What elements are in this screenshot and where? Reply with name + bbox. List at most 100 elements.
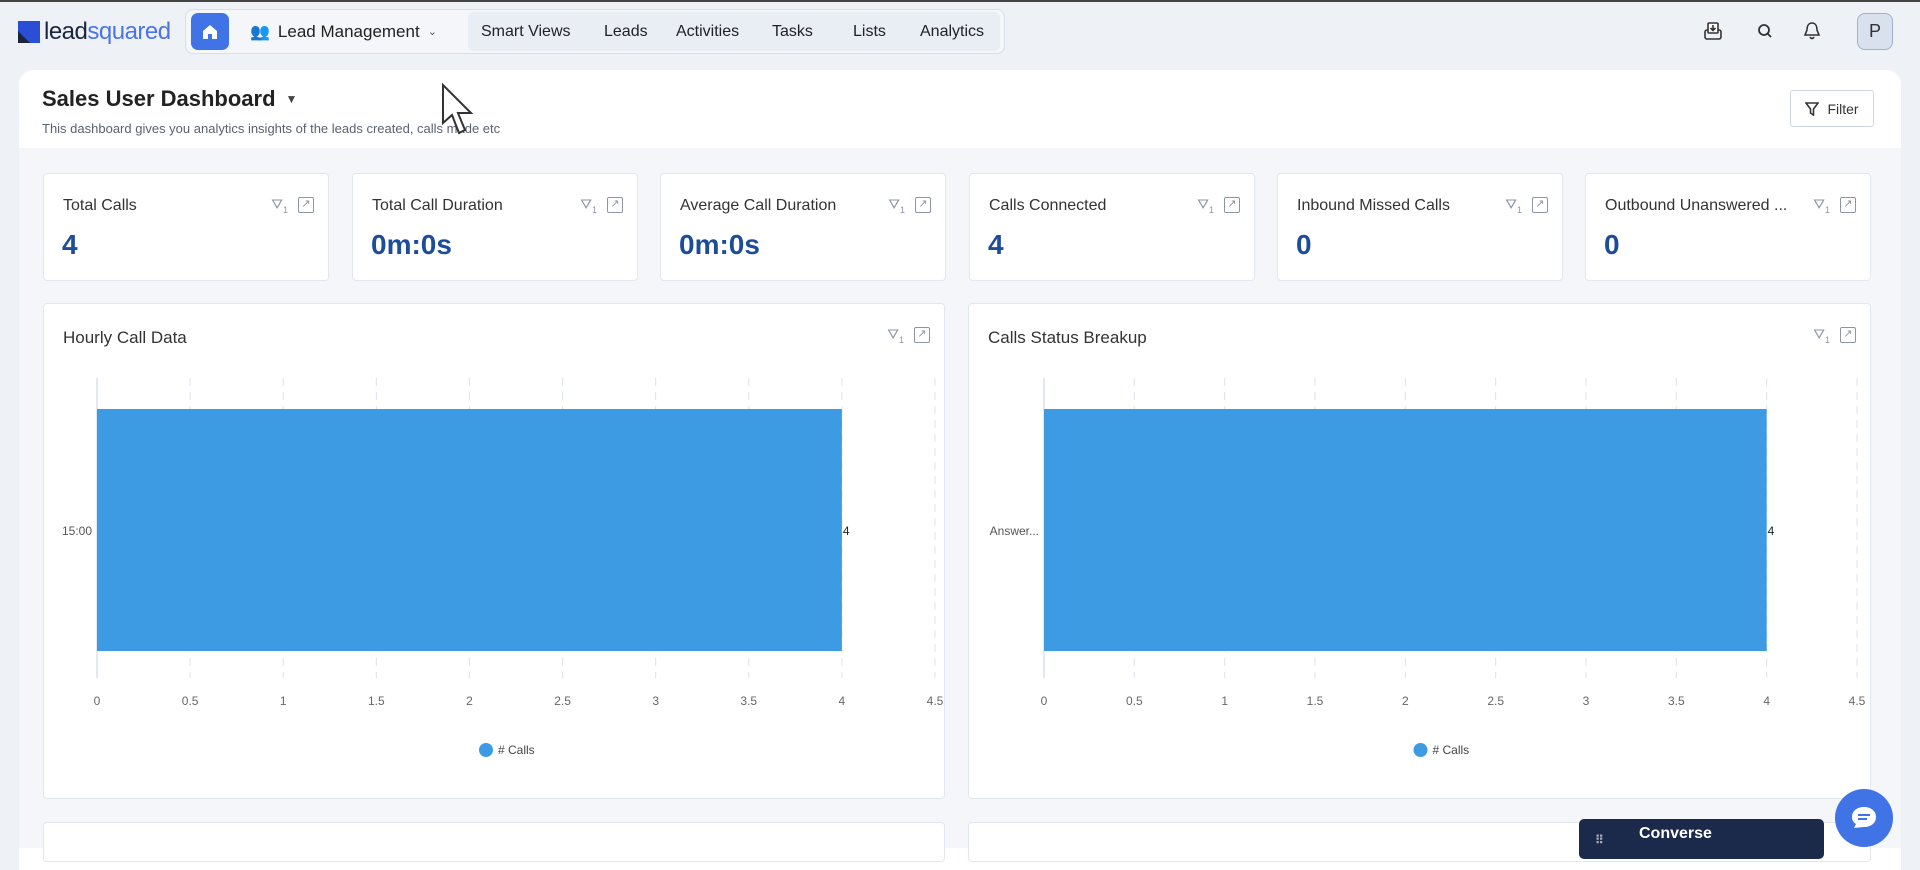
stat-card[interactable]: Inbound Missed Calls 0 ⛛1 ↗ xyxy=(1277,173,1563,281)
stat-value: 4 xyxy=(988,229,1004,260)
expand-icon[interactable]: ↗ xyxy=(1840,197,1856,214)
filter-applied-icon[interactable]: ⛛1 xyxy=(1197,196,1214,215)
nav-links: Smart Views Leads Activities Tasks Lists… xyxy=(468,12,1000,51)
x-tick-label: 3.5 xyxy=(1668,694,1685,708)
legend-label: # Calls xyxy=(498,743,535,757)
download-icon[interactable] xyxy=(1700,18,1726,44)
x-tick-label: 2 xyxy=(466,694,473,708)
mouse-cursor xyxy=(442,83,474,135)
home-icon xyxy=(203,24,217,39)
card-actions: ⛛1 ↗ xyxy=(580,196,623,215)
card-actions: ⛛1 ↗ xyxy=(271,196,314,215)
filter-applied-icon[interactable]: ⛛1 xyxy=(888,196,905,215)
converse-panel[interactable]: ⠿ Converse xyxy=(1579,819,1824,859)
x-tick-label: 1 xyxy=(1221,694,1228,708)
stat-card[interactable]: Calls Connected 4 ⛛1 ↗ xyxy=(969,173,1255,281)
nav-tasks[interactable]: Tasks xyxy=(772,23,813,41)
stat-value: 0m:0s xyxy=(679,229,760,260)
search-icon[interactable] xyxy=(1752,18,1778,44)
user-avatar[interactable]: P xyxy=(1857,13,1893,50)
nav-leads[interactable]: Leads xyxy=(604,23,648,41)
window-top-border xyxy=(0,0,1920,2)
x-tick-label: 0.5 xyxy=(182,694,199,708)
bar xyxy=(97,409,842,651)
x-tick-label: 1.5 xyxy=(368,694,385,708)
expand-icon[interactable]: ↗ xyxy=(1840,327,1856,344)
logo-text: lead xyxy=(44,18,88,45)
bar-chart: 0 0.5 1 1.5 2 2.5 3 3.5 4 4.5 4 Answer... # Calls xyxy=(990,378,1866,757)
stat-card[interactable]: Outbound Unanswered ... 0 ⛛1 ↗ xyxy=(1585,173,1871,281)
data-label: 4 xyxy=(1768,524,1775,538)
legend-marker xyxy=(1413,743,1428,757)
x-tick-label: 3.5 xyxy=(740,694,757,708)
stat-value: 4 xyxy=(62,229,78,260)
filter-applied-icon[interactable]: ⛛1 xyxy=(1813,326,1830,345)
stat-card[interactable]: Average Call Duration 0m:0s ⛛1 ↗ xyxy=(660,173,946,281)
filter-applied-icon[interactable]: ⛛1 xyxy=(1505,196,1522,215)
users-icon: 👥 xyxy=(250,23,270,41)
card-actions: ⛛1 ↗ xyxy=(1197,196,1240,215)
expand-icon[interactable]: ↗ xyxy=(298,197,314,214)
expand-icon[interactable]: ↗ xyxy=(607,197,623,214)
x-tick-label: 0 xyxy=(1041,694,1048,708)
logo-mark-icon xyxy=(18,21,40,43)
x-tick-label: 1 xyxy=(280,694,287,708)
stat-value: 0m:0s xyxy=(371,229,452,260)
bar-chart: 0 0.5 1 1.5 2 2.5 3 3.5 4 4.5 4 15:00 # Calls xyxy=(62,378,944,757)
expand-icon[interactable]: ↗ xyxy=(914,327,930,344)
stat-label: Total Call Duration xyxy=(372,197,503,214)
filter-button[interactable]: Filter xyxy=(1790,90,1874,127)
x-tick-label: 0.5 xyxy=(1126,694,1143,708)
logo-text-accent: squared xyxy=(87,18,171,45)
page-subtitle: This dashboard gives you analytics insig… xyxy=(42,121,501,136)
x-tick-label: 4 xyxy=(1763,694,1770,708)
category-label: 15:00 xyxy=(62,524,92,538)
stat-value: 0 xyxy=(1296,229,1312,260)
legend-label: # Calls xyxy=(1433,743,1470,757)
card-actions: ⛛1 ↗ xyxy=(887,326,930,345)
stat-card[interactable]: Total Calls 4 ⛛1 ↗ xyxy=(43,173,329,281)
card-actions: ⛛1 ↗ xyxy=(1505,196,1548,215)
expand-icon[interactable]: ↗ xyxy=(915,197,931,214)
filter-applied-icon[interactable]: ⛛1 xyxy=(271,196,288,215)
expand-icon[interactable]: ↗ xyxy=(1224,197,1240,214)
stat-value: 0 xyxy=(1604,229,1620,260)
home-button[interactable] xyxy=(191,13,229,50)
stat-label: Calls Connected xyxy=(989,197,1107,214)
card-actions: ⛛1 ↗ xyxy=(888,196,931,215)
expand-icon[interactable]: ↗ xyxy=(1532,197,1548,214)
leadsquared-logo[interactable]: lead squared xyxy=(18,18,171,46)
filter-label: Filter xyxy=(1827,100,1859,117)
nav-smart-views[interactable]: Smart Views xyxy=(481,23,571,41)
chart-card: 0 0.5 1 1.5 2 2.5 3 3.5 4 4.5 4 15:00 # Calls Hourly … xyxy=(43,303,945,799)
data-label: 4 xyxy=(843,524,850,538)
nav-lists[interactable]: Lists xyxy=(853,23,886,41)
chat-icon xyxy=(1852,807,1876,828)
bell-icon[interactable] xyxy=(1799,18,1825,44)
filter-applied-icon[interactable]: ⛛1 xyxy=(1813,196,1830,215)
page-title: Sales User Dashboard xyxy=(42,86,276,111)
stat-card[interactable]: Total Call Duration 0m:0s ⛛1 ↗ xyxy=(352,173,638,281)
x-tick-label: 3 xyxy=(1583,694,1590,708)
caret-down-icon: ▼ xyxy=(285,92,298,106)
legend-marker xyxy=(479,743,493,757)
converse-label: Converse xyxy=(1639,825,1712,842)
widget-card xyxy=(43,822,945,862)
drag-handle-icon[interactable]: ⠿ xyxy=(1595,833,1604,847)
x-tick-label: 2.5 xyxy=(554,694,571,708)
nav-activities[interactable]: Activities xyxy=(676,23,739,41)
chat-button[interactable] xyxy=(1835,789,1893,847)
x-tick-label: 4 xyxy=(839,694,846,708)
filter-icon xyxy=(1805,101,1820,116)
x-tick-label: 2.5 xyxy=(1487,694,1504,708)
x-tick-label: 4.5 xyxy=(927,694,944,708)
nav-analytics[interactable]: Analytics xyxy=(920,23,984,41)
filter-applied-icon[interactable]: ⛛1 xyxy=(580,196,597,215)
dashboard-selector[interactable]: Sales User Dashboard ▼ xyxy=(42,86,297,112)
module-selector[interactable]: 👥 Lead Management ⌄ xyxy=(250,14,437,49)
module-label: Lead Management xyxy=(277,21,420,41)
filter-applied-icon[interactable]: ⛛1 xyxy=(887,326,904,345)
chart-title: Hourly Call Data xyxy=(63,328,187,347)
card-actions: ⛛1 ↗ xyxy=(1813,196,1856,215)
chart-card: 0 0.5 1 1.5 2 2.5 3 3.5 4 4.5 4 Answer... # Calls Cal… xyxy=(968,303,1871,799)
